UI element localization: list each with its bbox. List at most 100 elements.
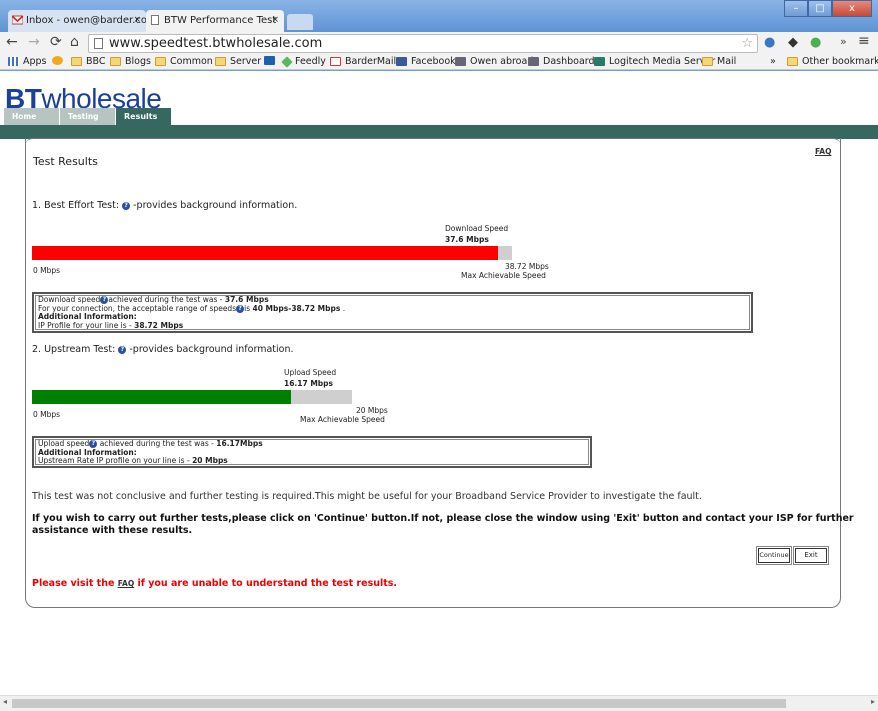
menu-icon[interactable]: ≡	[858, 33, 870, 49]
faq-note: Please visit the FAQ if you are unable t…	[32, 578, 398, 589]
star-icon[interactable]: ☆	[741, 35, 753, 52]
instruction-line-2: assistance with these results.	[32, 525, 193, 536]
help-icon[interactable]: ?	[122, 202, 131, 210]
help-icon[interactable]: ?	[118, 346, 127, 354]
header-band	[0, 125, 878, 139]
extension-leaf-icon[interactable]: ●	[810, 35, 821, 50]
upload-bar-track	[32, 390, 352, 404]
scrollbar-thumb[interactable]	[12, 699, 786, 708]
browser-toolbar: ← → ⟳ ⌂ www.speedtest.btwholesale.com ☆ …	[0, 32, 878, 54]
download-min-label: 0 Mbps	[33, 266, 61, 275]
faq-link[interactable]: FAQ	[815, 147, 831, 156]
bookmark-dashboard[interactable]: Dashboard	[528, 56, 595, 67]
extension-evernote-icon[interactable]: ◆	[788, 35, 798, 50]
people-icon	[52, 56, 63, 65]
bookmarks-bar: Apps BBC Blogs Common Server Feedly Bard…	[0, 54, 878, 70]
upload-info-box: Upload speed? achieved during the test w…	[32, 436, 592, 468]
bookmark-logitech[interactable]: Logitech Media Server	[594, 56, 715, 67]
download-max-value: 38.72 Mbps	[505, 262, 549, 271]
tab-inbox[interactable]: Inbox - owen@barder.com ×	[8, 10, 146, 32]
twitter-icon	[264, 56, 275, 65]
site-icon	[594, 57, 605, 66]
extension-chat-icon[interactable]: ●	[764, 35, 775, 50]
bookmark-bbc[interactable]: BBC	[71, 56, 106, 67]
folder-icon	[71, 57, 82, 66]
instruction-line-1: If you wish to carry out further tests,p…	[32, 513, 854, 524]
results-panel-top	[25, 138, 841, 146]
bookmark-bardermail[interactable]: BarderMail	[330, 56, 396, 67]
site-nav: Home Testing Results	[4, 108, 172, 125]
close-window-button[interactable]: x	[832, 0, 872, 17]
nav-results[interactable]: Results	[116, 108, 171, 125]
upload-speed-label: Upload Speed	[284, 368, 337, 377]
upload-min-label: 0 Mbps	[33, 410, 61, 419]
page-content: BTwholesale Home Testing Results Test Re…	[0, 71, 878, 695]
bookmark-other[interactable]: Other bookmarks	[787, 56, 878, 67]
extensions-overflow-icon[interactable]: »	[840, 35, 847, 48]
gmail-icon	[330, 57, 341, 66]
exit-button[interactable]: Exit	[793, 546, 829, 565]
folder-icon	[215, 57, 226, 66]
page-icon	[151, 15, 159, 25]
title-bar: Inbox - owen@barder.com × BTW Performanc…	[0, 0, 878, 32]
home-icon[interactable]: ⌂	[70, 34, 79, 50]
scroll-right-icon[interactable]: ▸	[871, 697, 875, 706]
upload-speed-value: 16.17 Mbps	[284, 379, 333, 388]
upload-bar-fill	[32, 390, 291, 404]
bookmark-mail[interactable]: Mail	[702, 56, 736, 67]
forward-icon[interactable]: →	[28, 34, 40, 50]
bookmark-blogs[interactable]: Blogs	[110, 56, 151, 67]
back-icon[interactable]: ←	[6, 34, 18, 50]
tab-btw-close-icon[interactable]: ×	[271, 15, 279, 25]
folder-icon	[702, 57, 713, 66]
download-bar-fill	[32, 246, 499, 260]
nav-home[interactable]: Home	[4, 108, 59, 125]
scroll-left-icon[interactable]: ◂	[3, 697, 7, 706]
download-info-box: Download speed? achieved during the test …	[32, 292, 753, 333]
bookmark-people[interactable]	[52, 56, 67, 65]
address-bar[interactable]: www.speedtest.btwholesale.com ☆	[88, 34, 758, 53]
site-icon	[528, 57, 539, 66]
folder-icon	[787, 57, 798, 66]
bookmark-owen-abroad[interactable]: Owen abroad	[455, 56, 533, 67]
address-text: www.speedtest.btwholesale.com	[109, 36, 323, 51]
facebook-icon	[396, 57, 407, 66]
page-title: Test Results	[33, 155, 98, 168]
bookmark-common[interactable]: Common	[155, 56, 213, 67]
bookmark-facebook[interactable]: Facebook	[396, 56, 456, 67]
help-icon[interactable]: ?	[236, 304, 245, 313]
maximize-button[interactable]: □	[808, 0, 832, 17]
new-tab-button[interactable]	[287, 14, 313, 30]
upload-max-label: Max Achievable Speed	[300, 415, 385, 424]
conclusion-text: This test was not conclusive and further…	[32, 491, 702, 502]
bookmarks-overflow[interactable]: »	[770, 56, 776, 67]
window-controls: – □ x	[784, 0, 872, 18]
bookmark-apps[interactable]: Apps	[8, 56, 47, 67]
download-bar-track	[32, 246, 512, 260]
gmail-icon	[12, 15, 23, 25]
tab-btw-title: BTW Performance Test	[164, 15, 277, 26]
best-effort-heading: 1. Best Effort Test: ? -provides backgro…	[32, 200, 298, 211]
horizontal-scrollbar[interactable]: ◂ ▸	[0, 695, 878, 711]
upstream-heading: 2. Upstream Test: ? -provides background…	[32, 344, 294, 355]
browser-window: Inbox - owen@barder.com × BTW Performanc…	[0, 0, 878, 711]
faq-note-link[interactable]: FAQ	[118, 579, 134, 588]
feedly-icon	[281, 55, 293, 68]
bookmark-feedly[interactable]: Feedly	[281, 55, 326, 68]
folder-icon	[155, 57, 166, 66]
download-speed-value: 37.6 Mbps	[445, 235, 489, 244]
download-speed-label: Download Speed	[445, 224, 509, 233]
bookmark-server[interactable]: Server	[215, 56, 261, 67]
tab-inbox-close-icon[interactable]: ×	[133, 15, 141, 25]
apps-grid-icon	[8, 57, 19, 66]
page-info-icon	[94, 38, 103, 49]
tab-inbox-title: Inbox - owen@barder.com	[26, 15, 146, 26]
minimize-button[interactable]: –	[784, 0, 808, 17]
upload-max-value: 20 Mbps	[356, 406, 388, 415]
continue-button[interactable]: Continue	[756, 546, 792, 565]
bookmark-twitter[interactable]	[264, 56, 279, 65]
nav-testing[interactable]: Testing	[60, 108, 115, 125]
tab-btw-performance[interactable]: BTW Performance Test ×	[146, 10, 284, 32]
folder-icon	[110, 57, 121, 66]
reload-icon[interactable]: ⟳	[50, 34, 62, 50]
